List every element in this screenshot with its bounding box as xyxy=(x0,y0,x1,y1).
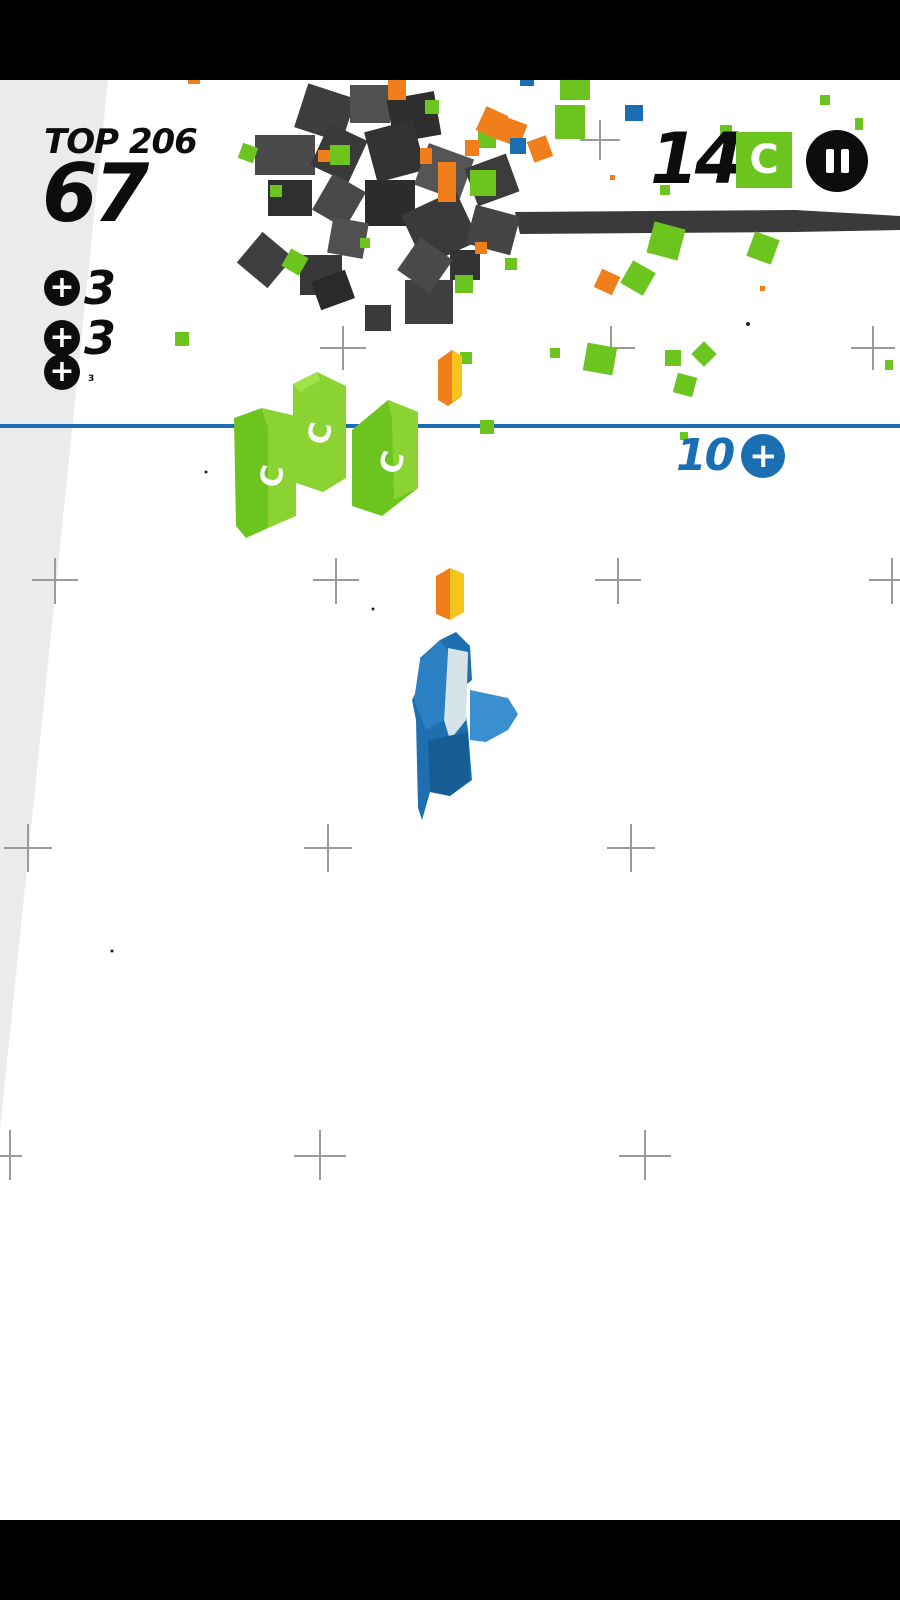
projectile-bar xyxy=(436,568,464,620)
specks xyxy=(110,322,750,953)
pause-icon xyxy=(825,149,834,173)
bonus-row: + 3 xyxy=(44,352,94,392)
pause-icon xyxy=(840,149,849,173)
bonus-value-small: 3 xyxy=(88,374,95,384)
green-c-block-1: C xyxy=(234,408,296,538)
player-character[interactable] xyxy=(412,632,518,820)
pause-button[interactable] xyxy=(806,130,868,192)
green-c-block-2: C xyxy=(293,372,346,492)
current-score: 67 xyxy=(42,147,149,240)
bonus-row: + 3 xyxy=(44,261,117,315)
grade-badge: C xyxy=(736,132,792,188)
finish-line-label: 10 + xyxy=(676,430,786,481)
game-scene: C C C xyxy=(0,80,900,1180)
finish-line-value: 10 xyxy=(676,430,735,481)
orange-bar-upper xyxy=(438,350,462,406)
level-number: 14 xyxy=(650,118,743,200)
plus-icon: + xyxy=(44,320,80,356)
green-c-block-3: C xyxy=(352,400,418,516)
dark-beam xyxy=(515,210,900,234)
bonus-value: 3 xyxy=(84,261,117,315)
plus-icon: + xyxy=(44,354,80,390)
letterbox-bottom xyxy=(0,1520,900,1600)
debris-dark-cubes xyxy=(236,83,521,331)
plus-icon: + xyxy=(44,270,80,306)
game-area[interactable]: C C C TOP 206 67 + 3 + 3 + 3 14 C 10 + xyxy=(0,80,900,1520)
plus-icon: + xyxy=(741,434,786,478)
letterbox-top xyxy=(0,0,900,80)
